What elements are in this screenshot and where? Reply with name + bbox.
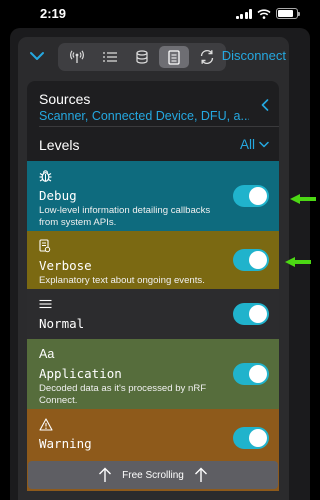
segment-document[interactable] [159, 46, 190, 68]
chevron-left-icon[interactable] [261, 99, 269, 111]
toolbar: Disconnect [18, 37, 289, 77]
segment-antenna[interactable] [62, 46, 92, 68]
level-description: Explanatory text about ongoing events. [39, 275, 205, 286]
levels-title: Levels [39, 137, 80, 153]
arrow-up-icon [194, 467, 207, 482]
annotation-arrow-icon [285, 257, 311, 267]
level-row-normal: Normal [27, 289, 279, 339]
view-segmented-control [58, 43, 226, 71]
status-time: 2:19 [40, 6, 67, 21]
cellular-signal-icon [235, 8, 252, 19]
antenna-icon [70, 50, 85, 63]
content-area: Sources Scanner, Connected Device, DFU, … [27, 81, 279, 491]
bug-icon [39, 169, 267, 183]
aa-icon: Aa [39, 347, 55, 361]
database-icon [136, 50, 148, 64]
status-bar: 2:19 [0, 0, 320, 28]
warning-icon [39, 417, 267, 431]
document-icon [168, 49, 181, 65]
sources-title: Sources [39, 91, 91, 107]
arrow-up-icon [99, 467, 112, 482]
collapse-chevron-button[interactable] [28, 47, 46, 65]
debug-toggle[interactable] [233, 185, 269, 207]
segment-database[interactable] [127, 46, 157, 68]
levels-filter-label: All [239, 137, 255, 152]
level-row-application: Aa Application Decoded data as it's proc… [27, 339, 279, 409]
verbose-toggle[interactable] [233, 249, 269, 271]
application-toggle[interactable] [233, 363, 269, 385]
free-scrolling-label: Free Scrolling [122, 469, 184, 481]
wifi-icon [257, 8, 271, 19]
list-icon [102, 52, 117, 62]
levels-filter-button[interactable]: All [240, 137, 269, 152]
free-scrolling-button[interactable]: Free Scrolling [28, 461, 278, 489]
level-name: Normal [39, 316, 85, 331]
level-description: Decoded data as it's processed by nRF Co… [39, 383, 207, 406]
battery-icon [276, 8, 300, 19]
note-icon [39, 239, 267, 253]
divider [39, 126, 279, 127]
sources-value[interactable]: Scanner, Connected Device, DFU, a... [39, 109, 249, 123]
normal-toggle[interactable] [233, 303, 269, 325]
warning-toggle[interactable] [233, 427, 269, 449]
refresh-icon [200, 49, 213, 65]
status-icons [235, 8, 300, 19]
segment-list[interactable] [95, 46, 125, 68]
filter-section: Sources Scanner, Connected Device, DFU, … [27, 81, 279, 161]
level-row-debug: Debug Low-level information detailing ca… [27, 161, 279, 231]
annotation-arrow-icon [290, 194, 316, 204]
level-description: Low-level information detailing callback… [39, 205, 211, 228]
level-row-verbose: Verbose Explanatory text about ongoing e… [27, 231, 279, 289]
chevron-down-icon [259, 141, 269, 148]
segment-refresh[interactable] [192, 46, 222, 68]
disconnect-button[interactable]: Disconnect [222, 48, 286, 63]
log-settings-panel: Disconnect Sources Scanner, Connected De… [18, 37, 289, 500]
